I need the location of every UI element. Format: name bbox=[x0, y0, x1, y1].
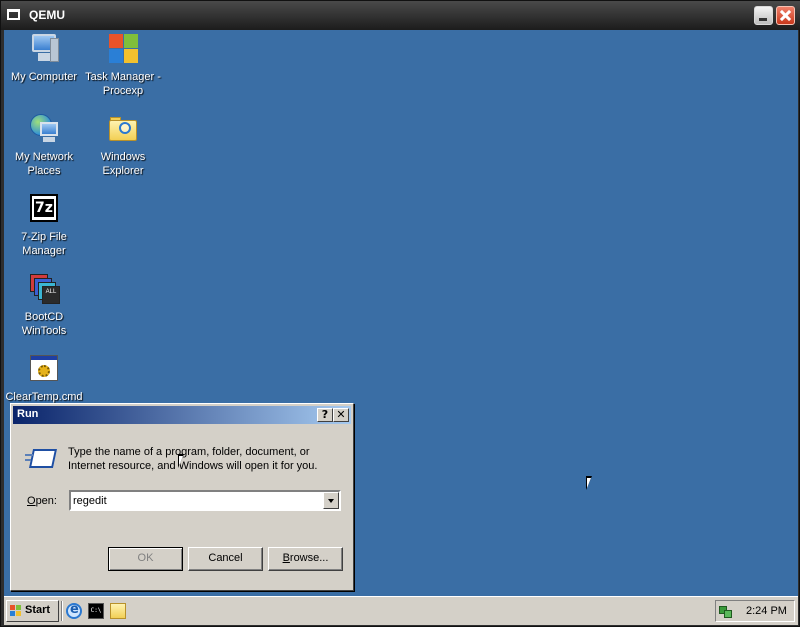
run-description: Type the name of a program, folder, docu… bbox=[68, 446, 318, 472]
start-label: Start bbox=[25, 604, 51, 616]
network-tray-icon[interactable] bbox=[719, 604, 733, 618]
run-icon bbox=[25, 448, 58, 470]
command-prompt-icon[interactable]: C:\ bbox=[88, 603, 104, 619]
windows-explorer-icon bbox=[107, 112, 139, 144]
window-icon bbox=[7, 9, 20, 20]
desktop-icon-task-manager[interactable]: Task Manager - Procexp bbox=[83, 32, 163, 98]
chevron-down-icon[interactable] bbox=[323, 492, 339, 509]
minimize-button[interactable] bbox=[754, 6, 773, 25]
run-dialog: Run ? ✕ Type the name of a program, fold… bbox=[10, 403, 354, 591]
taskbar: Start C:\ 2:24 PM bbox=[4, 596, 798, 625]
bootcd-icon: ALL bbox=[28, 272, 60, 304]
guest-desktop[interactable]: My Computer Task Manager - Procexp My Ne… bbox=[4, 30, 798, 625]
desktop-icon-windows-explorer[interactable]: Windows Explorer bbox=[83, 112, 163, 178]
run-dialog-title: Run bbox=[17, 408, 39, 420]
close-button[interactable] bbox=[776, 6, 795, 25]
desktop-icon-label: Windows Explorer bbox=[100, 151, 146, 177]
desktop-icon-label: My Computer bbox=[10, 71, 78, 83]
open-combobox[interactable] bbox=[69, 490, 341, 511]
quick-launch-separator bbox=[61, 601, 63, 621]
open-label: Open: bbox=[27, 495, 57, 507]
desktop-icon-label: 7-Zip File Manager bbox=[21, 231, 67, 257]
desktop-icon-label: Task Manager - Procexp bbox=[85, 71, 161, 97]
desktop-icon-network-places[interactable]: My Network Places bbox=[4, 112, 84, 178]
windows-explorer-icon[interactable] bbox=[110, 603, 126, 619]
network-places-icon bbox=[28, 112, 60, 144]
system-tray: 2:24 PM bbox=[715, 600, 795, 622]
close-button[interactable]: ✕ bbox=[333, 408, 349, 422]
cancel-button[interactable]: Cancel bbox=[188, 547, 263, 571]
desktop-icon-my-computer[interactable]: My Computer bbox=[4, 32, 84, 84]
clock[interactable]: 2:24 PM bbox=[746, 605, 787, 617]
desktop-icon-bootcd-wintools[interactable]: ALL BootCD WinTools bbox=[4, 272, 84, 338]
cmd-script-icon bbox=[28, 352, 60, 384]
qemu-window: QEMU My Computer Task Manager - Procexp … bbox=[0, 0, 800, 627]
computer-icon bbox=[28, 32, 60, 64]
7zip-icon: 7z bbox=[28, 192, 60, 224]
desktop-icon-7zip[interactable]: 7z 7-Zip File Manager bbox=[4, 192, 84, 258]
task-manager-icon bbox=[107, 32, 139, 64]
desktop-icon-label: My Network Places bbox=[14, 151, 74, 177]
qemu-titlebar[interactable]: QEMU bbox=[1, 1, 800, 30]
run-dialog-titlebar[interactable]: Run ? ✕ bbox=[13, 406, 351, 424]
internet-explorer-icon[interactable] bbox=[66, 602, 82, 619]
desktop-icon-cleartemp[interactable]: ClearTemp.cmd bbox=[4, 352, 84, 404]
help-button[interactable]: ? bbox=[317, 408, 333, 422]
windows-logo-icon bbox=[10, 605, 22, 617]
qemu-title: QEMU bbox=[29, 8, 65, 22]
open-input[interactable] bbox=[73, 493, 321, 509]
ok-button[interactable]: OK bbox=[108, 547, 183, 571]
start-button[interactable]: Start bbox=[6, 600, 59, 622]
browse-button[interactable]: Browse... bbox=[268, 547, 343, 571]
desktop-icon-label: ClearTemp.cmd bbox=[5, 391, 83, 403]
desktop-icon-label: BootCD WinTools bbox=[21, 311, 67, 337]
